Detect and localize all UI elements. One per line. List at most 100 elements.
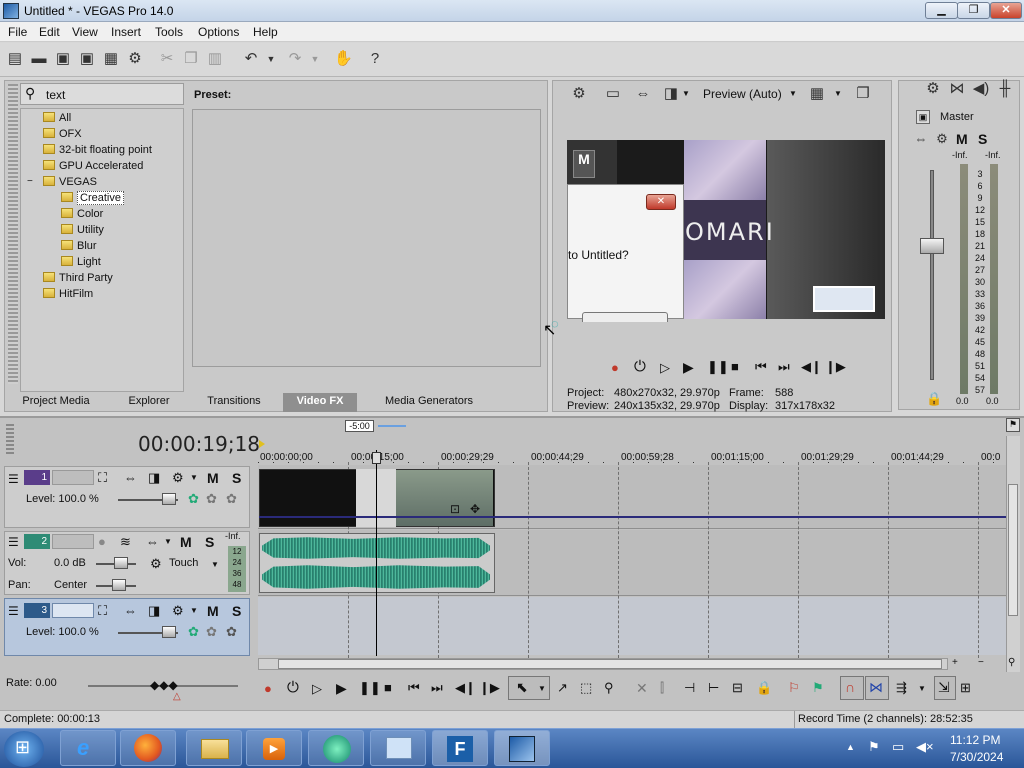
go-to-end-icon[interactable]: ⏭ (778, 359, 790, 375)
fader-lock-icon[interactable]: 🔒 (926, 391, 942, 407)
track-fx-bypass-icon[interactable]: ✿ (206, 491, 217, 507)
render-icon[interactable]: ▦ (102, 50, 120, 68)
overlays-icon[interactable]: ◨ (662, 85, 680, 103)
show-hidden-icons[interactable]: ▲ (846, 742, 855, 752)
taskbar-file-explorer[interactable] (186, 730, 242, 766)
tab-explorer[interactable]: Explorer (104, 393, 194, 412)
track-fx-gear-icon[interactable]: ⚙ (172, 603, 184, 619)
preview-quality-dropdown-icon[interactable]: ▼ (789, 89, 797, 98)
copy-icon[interactable]: ❐ (182, 50, 200, 68)
properties-gear-icon[interactable]: ⚙ (126, 50, 144, 68)
tree-item-utility[interactable]: Utility (61, 222, 104, 238)
track-1-level-thumb[interactable] (162, 493, 176, 505)
menu-insert[interactable]: Insert (111, 25, 141, 39)
track-fx-dropdown-icon[interactable]: ▼ (190, 606, 198, 615)
track-composite-icon[interactable]: ⇔ (124, 603, 137, 618)
record-icon[interactable]: ● (611, 360, 619, 375)
selection-tool-icon[interactable]: ⬚ (580, 680, 592, 696)
trim-end-icon[interactable]: ⊢ (708, 680, 719, 696)
taskbar-control-panel[interactable] (370, 730, 426, 766)
timeline-next-frame-icon[interactable]: ❙▶ (479, 680, 500, 696)
track-compositing-mode-icon[interactable]: ◨ (148, 603, 160, 619)
track-3-mute-button[interactable]: M (207, 603, 219, 619)
timeline-play-from-start-icon[interactable]: ▷ (312, 681, 322, 697)
go-to-start-icon[interactable]: ⏮ (755, 359, 767, 375)
track-1-name-field[interactable] (52, 470, 94, 485)
taskbar-app-circle[interactable] (308, 730, 364, 766)
menu-edit[interactable]: Edit (39, 25, 60, 39)
tree-collapse-icon[interactable]: − (27, 174, 33, 190)
open-folder-icon[interactable]: ▬ (30, 50, 48, 68)
tree-item-hitfilm[interactable]: HitFilm (43, 286, 93, 302)
undo-icon[interactable]: ↶ (242, 50, 260, 68)
track-motion-icon[interactable]: ⛶ (98, 603, 107, 619)
tree-item-vegas[interactable]: VEGAS (43, 174, 97, 190)
preset-list[interactable] (192, 109, 541, 367)
master-pan-icon[interactable]: ⇔ (912, 130, 930, 148)
track-3-menu-icon[interactable]: ☰ (8, 604, 19, 618)
play-from-start-icon[interactable]: ▷ (660, 360, 670, 376)
track-fx-parent-icon[interactable]: ✿ (226, 491, 237, 507)
tab-media-generators[interactable]: Media Generators (366, 393, 492, 412)
tree-item-32bit[interactable]: 32-bit floating point (43, 142, 152, 158)
volume-muted-icon[interactable]: ◀× (916, 739, 934, 755)
track-composite-icon[interactable]: ⇔ (124, 470, 137, 485)
tree-item-blur[interactable]: Blur (61, 238, 97, 254)
fx-category-tree[interactable]: All OFX 32-bit floating point GPU Accele… (20, 108, 184, 392)
whats-this-help-icon[interactable]: ? (366, 50, 384, 68)
track-3-lane[interactable] (258, 597, 1006, 655)
network-icon[interactable]: ▭ (892, 739, 904, 755)
save-icon[interactable]: ▣ (54, 50, 72, 68)
timeline-cursor[interactable] (376, 450, 377, 656)
tab-transitions[interactable]: Transitions (196, 393, 272, 412)
auto-ripple-dropdown-icon[interactable]: ▼ (918, 684, 926, 693)
copy-snapshot-icon[interactable]: ❐ (854, 85, 872, 103)
volume-slider-thumb[interactable] (114, 557, 128, 569)
mixer-settings-gear-icon[interactable]: ⚙ (924, 80, 942, 98)
action-center-flag-icon[interactable]: ⚑ (868, 739, 880, 755)
mixer-properties-icon[interactable]: ╫ (996, 80, 1014, 98)
preview-settings-gear-icon[interactable]: ⚙ (570, 85, 588, 103)
dialog-cancel-button[interactable] (582, 312, 668, 322)
redo-icon[interactable]: ↷ (286, 50, 304, 68)
automation-gear-icon[interactable]: ⚙ (150, 556, 162, 572)
stop-icon[interactable]: ■ (731, 359, 739, 374)
timeline-loop-icon[interactable]: ⏻ (287, 679, 299, 696)
menu-help[interactable]: Help (253, 25, 278, 39)
automation-mode-select[interactable]: Touch (169, 557, 198, 569)
tree-item-third-party[interactable]: Third Party (43, 270, 113, 286)
next-frame-icon[interactable]: ❙▶ (825, 359, 846, 375)
track-fx-chain-icon[interactable]: ✿ (188, 491, 199, 507)
track-1-solo-button[interactable]: S (232, 470, 241, 486)
track-2-pan-dropdown-icon[interactable]: ▼ (164, 537, 172, 546)
auto-ripple-icon[interactable]: ⇶ (896, 680, 907, 696)
menu-options[interactable]: Options (198, 25, 239, 39)
arm-for-record-icon[interactable]: ● (98, 534, 106, 549)
save-as-icon[interactable]: ▣ (78, 50, 96, 68)
overlays-dropdown-icon[interactable]: ▼ (682, 89, 690, 98)
new-file-icon[interactable]: ▤ (6, 50, 24, 68)
grid-icon[interactable]: ▦ (808, 85, 826, 103)
zoom-edit-tool-icon[interactable]: ⚲ (604, 680, 614, 696)
cursor-handle-icon[interactable] (372, 452, 381, 464)
envelope-tool-icon[interactable]: ↗ (557, 680, 568, 696)
panel-grip[interactable] (8, 84, 18, 384)
search-input[interactable]: text (46, 88, 65, 102)
master-mute-button[interactable]: M (956, 131, 968, 147)
track-2-pan-icon[interactable]: ⇔ (146, 534, 159, 549)
lock-events-icon[interactable]: 🔒 (756, 680, 772, 696)
track-1-envelope[interactable] (259, 516, 1006, 518)
track-1-mute-button[interactable]: M (207, 470, 219, 486)
insert-marker-icon[interactable]: ⚐ (788, 680, 800, 696)
preview-quality-select[interactable]: Preview (Auto) (703, 87, 782, 101)
tab-video-fx[interactable]: Video FX (283, 393, 357, 412)
track-1-menu-icon[interactable]: ☰ (8, 472, 19, 486)
timeline-go-start-icon[interactable]: ⏮ (408, 680, 420, 696)
clock-date[interactable]: 7/30/2024 (950, 750, 1003, 764)
taskbar-internet-explorer[interactable]: e (60, 730, 116, 766)
track-fx-parent-icon[interactable]: ✿ (226, 624, 237, 640)
taskbar-media-player[interactable]: ▶ (246, 730, 302, 766)
fx-search-box[interactable]: ⚲ text (20, 83, 184, 105)
track-3-level-thumb[interactable] (162, 626, 176, 638)
timeline-record-icon[interactable]: ● (264, 681, 272, 696)
